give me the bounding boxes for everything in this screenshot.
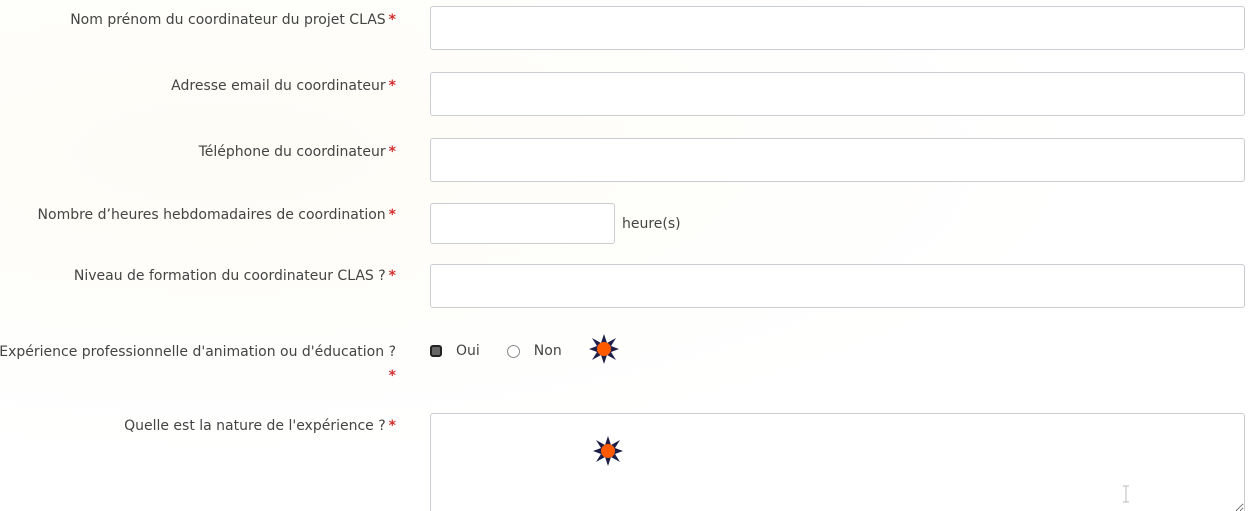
coordinator-email-label-text: Adresse email du coordinateur — [171, 78, 386, 94]
coordinator-name-label: Nom prénom du coordinateur du projet CLA… — [70, 8, 396, 32]
required-asterisk: * — [388, 207, 396, 223]
training-level-label-text: Niveau de formation du coordinateur CLAS… — [73, 268, 386, 284]
coordinator-name-label-text: Nom prénom du coordinateur du projet CLA… — [70, 12, 386, 28]
coordinator-email-label: Adresse email du coordinateur * — [171, 74, 396, 98]
experience-option-oui-label[interactable]: Oui — [456, 343, 480, 359]
experience-radio-non[interactable] — [506, 344, 520, 358]
weekly-hours-label: Nombre d’heures hebdomadaires de coordin… — [38, 203, 396, 227]
coordinator-phone-input[interactable] — [430, 138, 1245, 182]
coordinator-email-input[interactable] — [430, 72, 1245, 116]
click-marker-icon — [593, 436, 623, 466]
experience-nature-label: Quelle est la nature de l'expérience ? * — [124, 414, 396, 438]
experience-label: Expérience professionnelle d'animation o… — [0, 340, 396, 388]
required-asterisk: * — [388, 144, 396, 160]
required-asterisk: * — [388, 12, 396, 28]
experience-radio-group: Oui Non — [430, 339, 589, 363]
experience-radio-oui[interactable] — [430, 345, 442, 357]
required-asterisk: * — [388, 268, 396, 284]
required-asterisk: * — [388, 368, 396, 384]
text-cursor-icon — [1123, 485, 1129, 503]
form-page: Nom prénom du coordinateur du projet CLA… — [0, 0, 1251, 511]
coordinator-name-input[interactable] — [430, 6, 1245, 50]
experience-nature-label-text: Quelle est la nature de l'expérience ? — [124, 418, 386, 434]
coordinator-phone-label: Téléphone du coordinateur * — [199, 140, 396, 164]
weekly-hours-input[interactable] — [430, 203, 615, 244]
training-level-label: Niveau de formation du coordinateur CLAS… — [74, 264, 396, 288]
required-asterisk: * — [388, 78, 396, 94]
training-level-input[interactable] — [430, 264, 1245, 308]
weekly-hours-label-text: Nombre d’heures hebdomadaires de coordin… — [37, 207, 386, 223]
coordinator-phone-label-text: Téléphone du coordinateur — [198, 144, 386, 160]
required-asterisk: * — [388, 418, 396, 434]
hours-unit-label: heure(s) — [622, 216, 681, 232]
experience-label-text: Expérience professionnelle d'animation o… — [0, 344, 396, 360]
experience-option-non-label[interactable]: Non — [534, 343, 562, 359]
click-marker-icon — [589, 334, 619, 364]
